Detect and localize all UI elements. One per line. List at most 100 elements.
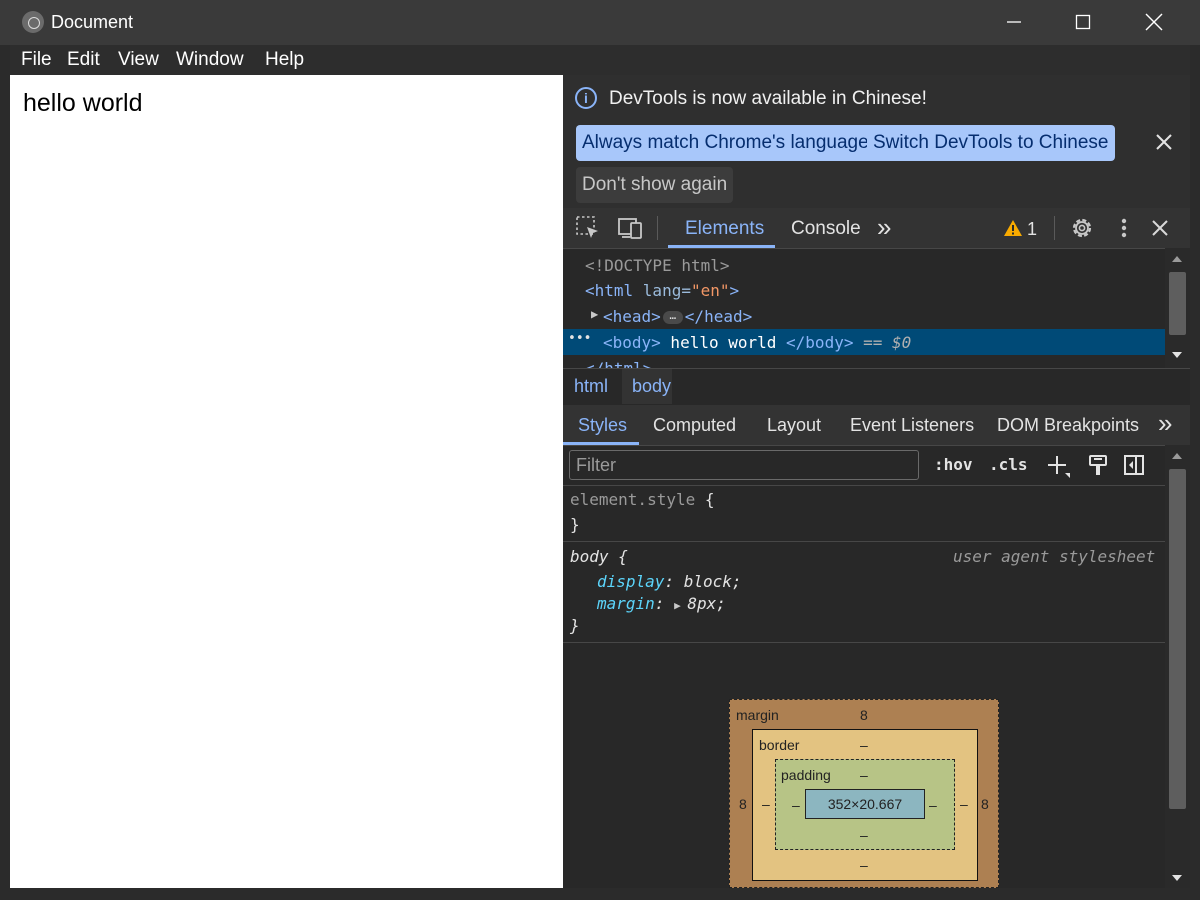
tab-computed[interactable]: Computed	[653, 415, 736, 436]
maximize-icon	[1075, 14, 1091, 30]
toggle-sidebar-icon[interactable]	[1123, 454, 1145, 476]
scroll-up-icon[interactable]	[1172, 453, 1182, 459]
styles-filter-input[interactable]: Filter	[569, 450, 919, 480]
expand-head-triangle-icon[interactable]: ▶	[591, 307, 598, 321]
dom-tree: <!DOCTYPE html> <html lang="en"> ▶ <head…	[563, 248, 1163, 368]
padding-right-value[interactable]: –	[929, 797, 937, 813]
infobar-message: DevTools is now available in Chinese!	[609, 88, 927, 109]
body-open-tag: <body>	[603, 333, 661, 352]
close-brace: }	[570, 515, 580, 534]
body-close-tag: </body>	[786, 333, 854, 352]
hov-toggle[interactable]: :hov	[934, 455, 973, 474]
menu-file[interactable]: File	[21, 49, 52, 71]
html-node[interactable]: <html lang="en">	[585, 281, 739, 300]
settings-gear-icon[interactable]	[1068, 214, 1096, 242]
row-menu-dots-icon[interactable]: •••	[568, 331, 591, 346]
html-attr-name: lang=	[642, 281, 691, 300]
margin-top-value[interactable]: 8	[860, 707, 868, 723]
box-model-content-size[interactable]: 352×20.667	[805, 789, 925, 819]
new-rule-plus-icon[interactable]	[1045, 453, 1071, 479]
menu-window[interactable]: Window	[176, 49, 244, 71]
menu-edit[interactable]: Edit	[67, 49, 100, 71]
device-toolbar-icon[interactable]	[616, 214, 644, 242]
tab-styles[interactable]: Styles	[578, 415, 627, 436]
margin-left-value[interactable]: 8	[739, 796, 747, 812]
html-close-bracket: >	[729, 281, 740, 300]
element-style-rule-text[interactable]: element.style {	[570, 490, 715, 509]
margin-declaration[interactable]: margin: ▶ 8px;	[597, 594, 726, 613]
prop-margin-name: margin	[597, 594, 655, 613]
menu-help[interactable]: Help	[265, 49, 304, 71]
devtools-panel: i DevTools is now available in Chinese! …	[563, 75, 1190, 888]
more-options-icon[interactable]	[1110, 214, 1138, 242]
element-style-rule: element.style { }	[563, 485, 1165, 542]
head-node[interactable]: <head>… </head>	[603, 307, 752, 326]
box-model-padding[interactable]: padding – – – – 352×20.667	[775, 759, 955, 850]
styles-scrollbar[interactable]	[1165, 445, 1190, 888]
minimize-button[interactable]	[984, 0, 1044, 45]
styles-subtabs: Styles Computed Layout Event Listeners D…	[563, 405, 1190, 446]
close-icon	[1145, 13, 1163, 31]
tab-layout[interactable]: Layout	[767, 415, 821, 436]
prop-margin-value: 8px;	[687, 594, 726, 613]
more-tabs-chevron-icon[interactable]: »	[877, 212, 891, 243]
minimize-icon	[1007, 21, 1021, 23]
padding-left-value[interactable]: –	[792, 797, 800, 813]
doctype-node[interactable]: <!DOCTYPE html>	[585, 256, 730, 275]
scroll-thumb[interactable]	[1169, 272, 1186, 335]
menu-view[interactable]: View	[118, 49, 159, 71]
scroll-up-icon[interactable]	[1172, 256, 1182, 262]
breadcrumb: html body	[563, 368, 1190, 407]
body-node[interactable]: <body> hello world </body> == $0	[603, 333, 911, 352]
html-open-tag: <html	[585, 281, 643, 300]
scroll-down-icon[interactable]	[1172, 875, 1182, 881]
dont-show-again-button[interactable]: Don't show again	[576, 167, 734, 203]
display-declaration[interactable]: display: block;	[597, 572, 742, 591]
element-state-brush-icon[interactable]	[1087, 454, 1109, 478]
breadcrumb-html[interactable]: html	[574, 376, 608, 397]
page-viewport: hello world	[10, 75, 563, 888]
more-subtabs-chevron-icon[interactable]: »	[1158, 408, 1172, 439]
box-model-margin[interactable]: margin 8 8 8 border – – – – padding – – …	[729, 699, 999, 888]
border-top-value[interactable]: –	[860, 737, 868, 753]
border-label: border	[759, 737, 800, 753]
border-right-value[interactable]: –	[960, 796, 968, 812]
html-end-tag: </html>	[585, 359, 652, 368]
cls-toggle[interactable]: .cls	[989, 455, 1028, 474]
margin-right-value[interactable]: 8	[981, 796, 989, 812]
close-icon	[1156, 134, 1172, 150]
breadcrumb-body[interactable]: body	[632, 376, 671, 397]
scroll-down-icon[interactable]	[1172, 352, 1182, 358]
prop-display-value: block;	[683, 572, 742, 591]
margin-label: margin	[736, 707, 779, 723]
expand-margin-triangle-icon[interactable]: ▶	[674, 599, 687, 612]
padding-bottom-value[interactable]: –	[860, 827, 868, 843]
collapsed-ellipsis-icon[interactable]: …	[662, 310, 683, 324]
border-bottom-value[interactable]: –	[860, 857, 868, 873]
border-left-value[interactable]: –	[762, 796, 770, 812]
padding-label: padding	[781, 767, 831, 783]
inspect-element-icon[interactable]	[574, 214, 602, 242]
html-end-node[interactable]: </html>	[585, 359, 652, 368]
maximize-button[interactable]	[1053, 0, 1113, 45]
match-language-button[interactable]: Always match Chrome's language	[576, 125, 875, 161]
scroll-thumb[interactable]	[1169, 469, 1186, 809]
tab-elements[interactable]: Elements	[685, 218, 764, 240]
body-text: hello world	[660, 333, 787, 352]
tab-console[interactable]: Console	[791, 218, 861, 240]
tab-event-listeners[interactable]: Event Listeners	[850, 415, 974, 436]
switch-chinese-button[interactable]: Switch DevTools to Chinese	[867, 125, 1115, 161]
app-icon	[22, 11, 44, 33]
tab-dom-breakpoints[interactable]: DOM Breakpoints	[997, 415, 1139, 436]
infobar-close-button[interactable]	[1155, 129, 1173, 155]
title-bar: Document	[0, 0, 1200, 45]
warning-icon[interactable]	[1003, 218, 1023, 238]
warning-count[interactable]: 1	[1027, 219, 1037, 240]
dom-scrollbar[interactable]	[1165, 248, 1190, 368]
box-model-border[interactable]: border – – – – padding – – – – 352×20.66…	[752, 729, 978, 881]
close-window-button[interactable]	[1124, 0, 1184, 45]
language-infobar: i DevTools is now available in Chinese! …	[563, 75, 1190, 208]
padding-top-value[interactable]: –	[860, 767, 868, 783]
element-style-selector: element.style	[570, 490, 696, 509]
close-devtools-icon[interactable]	[1146, 214, 1174, 242]
